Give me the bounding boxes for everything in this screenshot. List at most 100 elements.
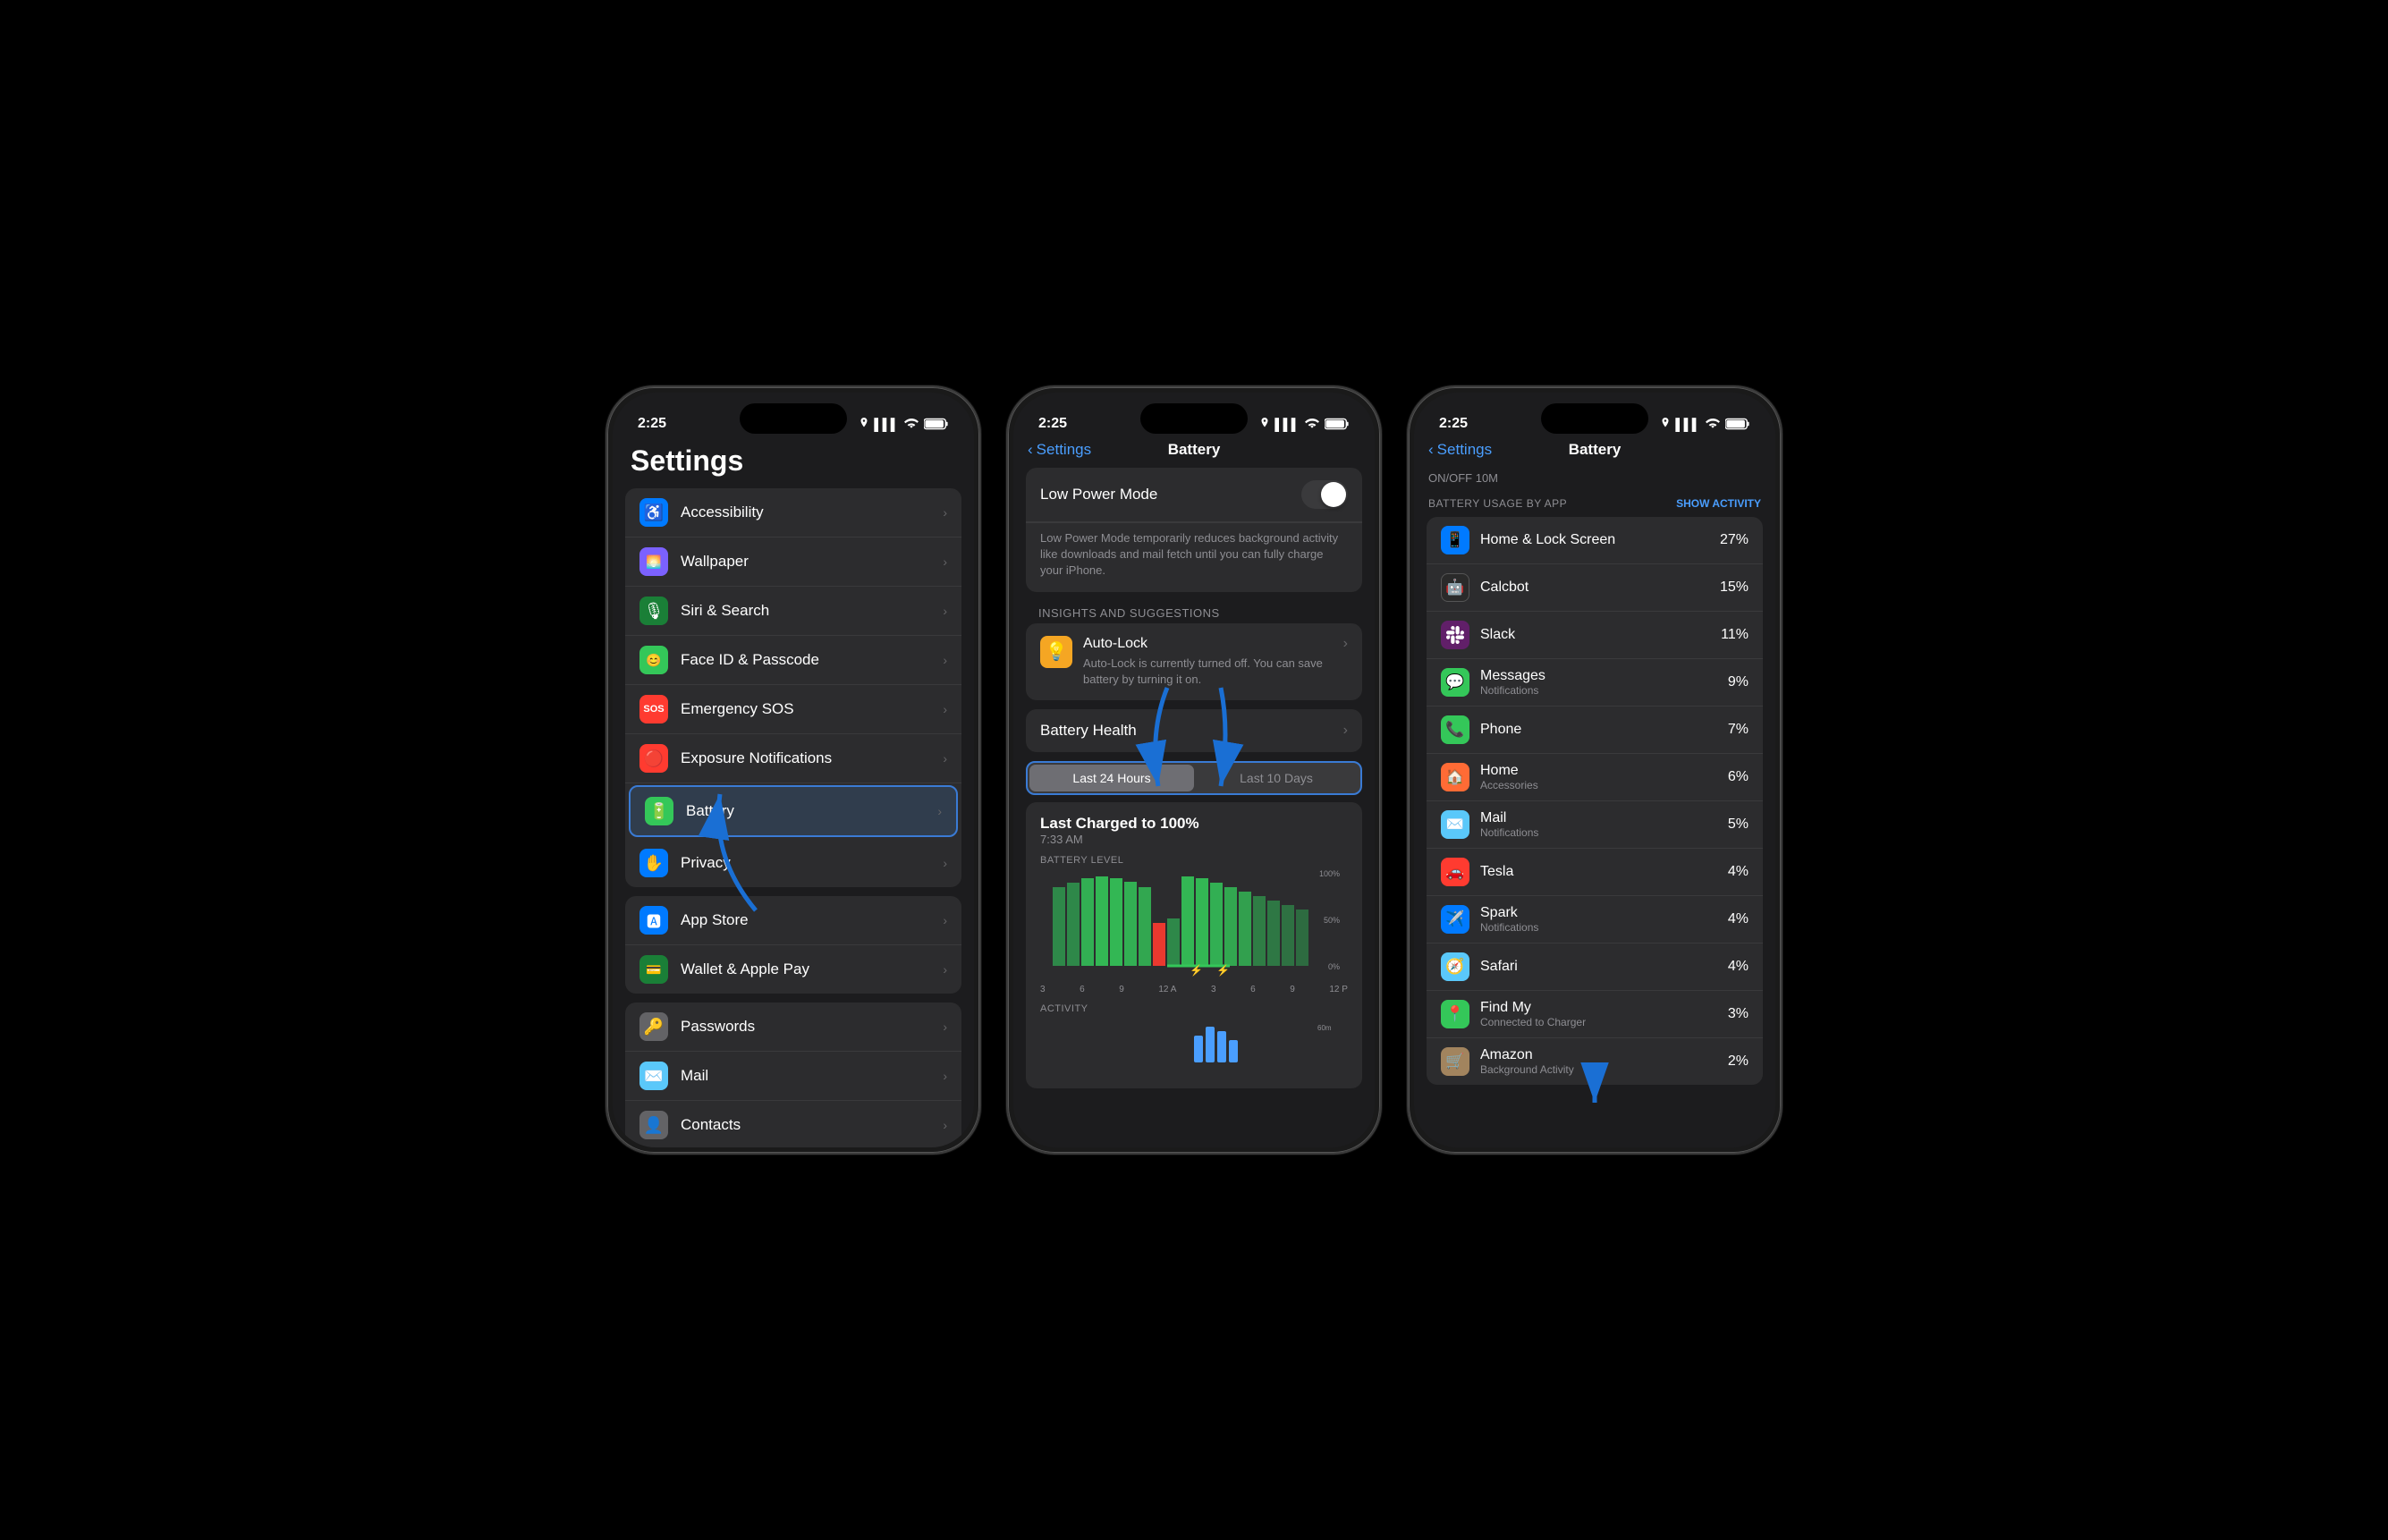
battery-usage-title: Battery [1569,441,1622,459]
usage-row-mail[interactable]: ✉️ Mail Notifications 5% [1427,801,1763,849]
row-passwords[interactable]: 🔑 Passwords › [625,1003,961,1052]
wallpaper-label: Wallpaper [681,553,943,571]
slack-info: Slack [1480,627,1721,643]
battery-chart-area: Last Charged to 100% 7:33 AM BATTERY LEV… [1026,802,1362,1088]
nav-bar-3: ‹ Settings Battery [1414,437,1775,468]
status-time-2: 2:25 [1038,416,1067,432]
accessibility-icon: ♿ [639,498,668,527]
home-sub: Accessories [1480,779,1728,791]
home-info: Home Accessories [1480,763,1728,791]
wallet-label: Wallet & Apple Pay [681,960,943,978]
battery-icon-3 [1725,418,1750,430]
row-accessibility[interactable]: ♿ Accessibility › [625,488,961,537]
battery-icon-2 [1325,418,1350,430]
chart-subtitle: 7:33 AM [1040,833,1348,846]
usage-row-calcbot[interactable]: 🤖 Calcbot 15% [1427,564,1763,612]
home-name: Home [1480,763,1728,779]
location-icon-2 [1260,418,1269,430]
settings-section-1: ♿ Accessibility › 🌅 Wallpaper › 🎙 Siri &… [625,488,961,887]
chevron-icon: › [943,1020,947,1034]
usage-row-home-lock[interactable]: 📱 Home & Lock Screen 27% [1427,517,1763,564]
back-button-3[interactable]: ‹ Settings [1428,441,1492,459]
mail-icon: ✉️ [639,1062,668,1090]
location-icon [860,418,868,430]
phone-battery: 2:25 ▌▌▌ ‹ Settings Battery [1006,385,1382,1155]
home-lock-info: Home & Lock Screen [1480,532,1720,548]
chevron-icon: › [943,702,947,716]
usage-row-findmy[interactable]: 📍 Find My Connected to Charger 3% [1427,991,1763,1038]
autolock-title: Auto-Lock › [1083,636,1348,652]
faceid-icon: 😊 [639,646,668,674]
mail-app-sub: Notifications [1480,826,1728,839]
chevron-icon: › [943,1069,947,1083]
svg-text:⚡: ⚡ [1190,964,1203,977]
battery-health-row[interactable]: Battery Health › [1026,709,1362,752]
tesla-icon: 🚗 [1441,858,1469,886]
row-sos[interactable]: SOS Emergency SOS › [625,685,961,734]
status-time-1: 2:25 [638,416,666,432]
home-app-icon: 🏠 [1441,763,1469,791]
home-pct: 6% [1728,769,1749,785]
spark-sub: Notifications [1480,921,1728,934]
phone-app-icon: 📞 [1441,715,1469,744]
autolock-item: 💡 Auto-Lock › Auto-Lock is currently tur… [1040,636,1348,688]
messages-info: Messages Notifications [1480,668,1728,697]
time-3: 3 [1040,985,1046,994]
usage-row-safari[interactable]: 🧭 Safari 4% [1427,943,1763,991]
back-label-2: Settings [1037,441,1091,459]
svg-text:100%: 100% [1319,869,1340,878]
segment-24h[interactable]: Last 24 Hours [1029,765,1194,791]
messages-icon: 💬 [1441,668,1469,697]
row-privacy[interactable]: ✋ Privacy › [625,839,961,887]
svg-text:60m: 60m [1317,1024,1332,1032]
autolock-row[interactable]: 💡 Auto-Lock › Auto-Lock is currently tur… [1026,623,1362,700]
row-battery[interactable]: 🔋 Battery › [629,785,958,837]
time-6: 6 [1080,985,1085,994]
activity-label: ACTIVITY [1040,1003,1348,1014]
autolock-desc: Auto-Lock is currently turned off. You c… [1083,656,1348,688]
row-mail[interactable]: ✉️ Mail › [625,1052,961,1101]
siri-label: Siri & Search [681,602,943,620]
findmy-name: Find My [1480,1000,1728,1016]
show-activity-button[interactable]: SHOW ACTIVITY [1676,497,1761,510]
back-button-2[interactable]: ‹ Settings [1028,441,1091,459]
chevron-icon: › [943,962,947,977]
segment-control: Last 24 Hours Last 10 Days [1026,761,1362,795]
segment-10d[interactable]: Last 10 Days [1194,765,1359,791]
row-appstore[interactable]: 🅰 App Store › [625,896,961,945]
usage-row-amazon[interactable]: 🛒 Amazon Background Activity 2% [1427,1038,1763,1085]
battery-health-chevron: › [1343,723,1348,739]
row-siri[interactable]: 🎙 Siri & Search › [625,587,961,636]
row-wallpaper[interactable]: 🌅 Wallpaper › [625,537,961,587]
autolock-text: Auto-Lock › Auto-Lock is currently turne… [1083,636,1348,688]
svg-text:50%: 50% [1324,916,1340,925]
usage-row-home[interactable]: 🏠 Home Accessories 6% [1427,754,1763,801]
calcbot-icon: 🤖 [1441,573,1469,602]
usage-row-phone[interactable]: 📞 Phone 7% [1427,707,1763,754]
row-contacts[interactable]: 👤 Contacts › [625,1101,961,1147]
time-axis: 3 6 9 12 A 3 6 9 12 P [1040,985,1348,994]
usage-row-slack[interactable]: Slack 11% [1427,612,1763,659]
chart-main-title: Last Charged to 100% [1040,815,1348,833]
safari-icon: 🧭 [1441,952,1469,981]
low-power-toggle[interactable] [1301,480,1348,509]
time-9p: 9 [1290,985,1295,994]
wifi-icon [904,419,919,429]
spark-info: Spark Notifications [1480,905,1728,934]
usage-row-messages[interactable]: 💬 Messages Notifications 9% [1427,659,1763,707]
row-exposure[interactable]: 🔴 Exposure Notifications › [625,734,961,783]
tesla-info: Tesla [1480,864,1728,880]
passwords-icon: 🔑 [639,1012,668,1041]
autolock-icon: 💡 [1040,636,1072,668]
findmy-pct: 3% [1728,1006,1749,1022]
time-12a: 12 A [1158,985,1176,994]
low-power-section: Low Power Mode Low Power Mode temporaril… [1026,468,1362,592]
usage-row-spark[interactable]: ✈️ Spark Notifications 4% [1427,896,1763,943]
row-faceid[interactable]: 😊 Face ID & Passcode › [625,636,961,685]
usage-row-tesla[interactable]: 🚗 Tesla 4% [1427,849,1763,896]
safari-info: Safari [1480,959,1728,975]
status-icons-1: ▌▌▌ [860,418,949,431]
phone-pct: 7% [1728,722,1749,738]
row-wallet[interactable]: 💳 Wallet & Apple Pay › [625,945,961,994]
slack-icon [1441,621,1469,649]
